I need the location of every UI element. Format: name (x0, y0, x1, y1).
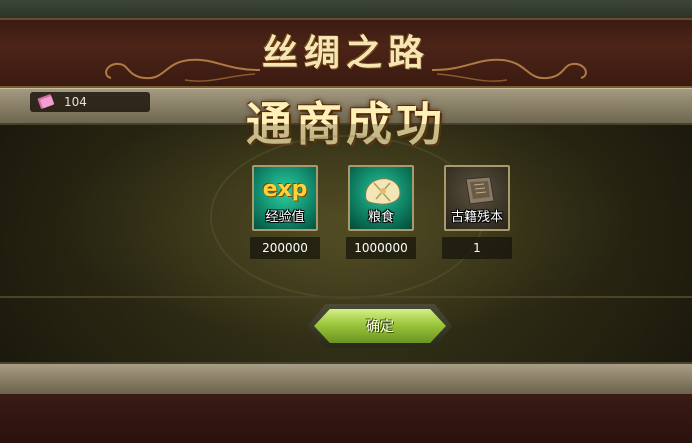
map-backdrop (0, 0, 692, 20)
reward-slot[interactable]: 古籍残本 (444, 165, 510, 231)
reward-exp: exp 经验值 200000 (250, 165, 320, 259)
ancient-book-icon (465, 176, 495, 205)
confirm-button[interactable]: 确定 (314, 309, 446, 343)
dialog-title: 丝绸之路 (261, 33, 430, 74)
reward-slot[interactable]: exp 经验值 (252, 165, 318, 231)
reward-label: 经验值 (265, 210, 305, 225)
reward-amount: 200000 (250, 237, 320, 259)
reward-amount: 1000000 (346, 237, 416, 259)
reward-grain: 粮食 1000000 (346, 165, 416, 259)
confirm-button-label: 确定 (366, 319, 394, 335)
stone-frame-bottom (0, 362, 692, 396)
reward-amount: 1 (442, 237, 512, 259)
reward-slot[interactable]: 粮食 (348, 165, 414, 231)
bottom-backdrop (0, 394, 692, 443)
trade-success-dialog: 丝绸之路 104 通商成功 exp 经验值 200000 粮食 1000000 (0, 0, 692, 443)
grain-icon (365, 178, 401, 205)
reward-ancient-book: 古籍残本 1 (442, 165, 512, 259)
reward-label: 粮食 (367, 210, 394, 225)
reward-label: 古籍残本 (450, 210, 503, 225)
panel-divider (0, 296, 692, 298)
exp-icon: exp (262, 177, 308, 202)
